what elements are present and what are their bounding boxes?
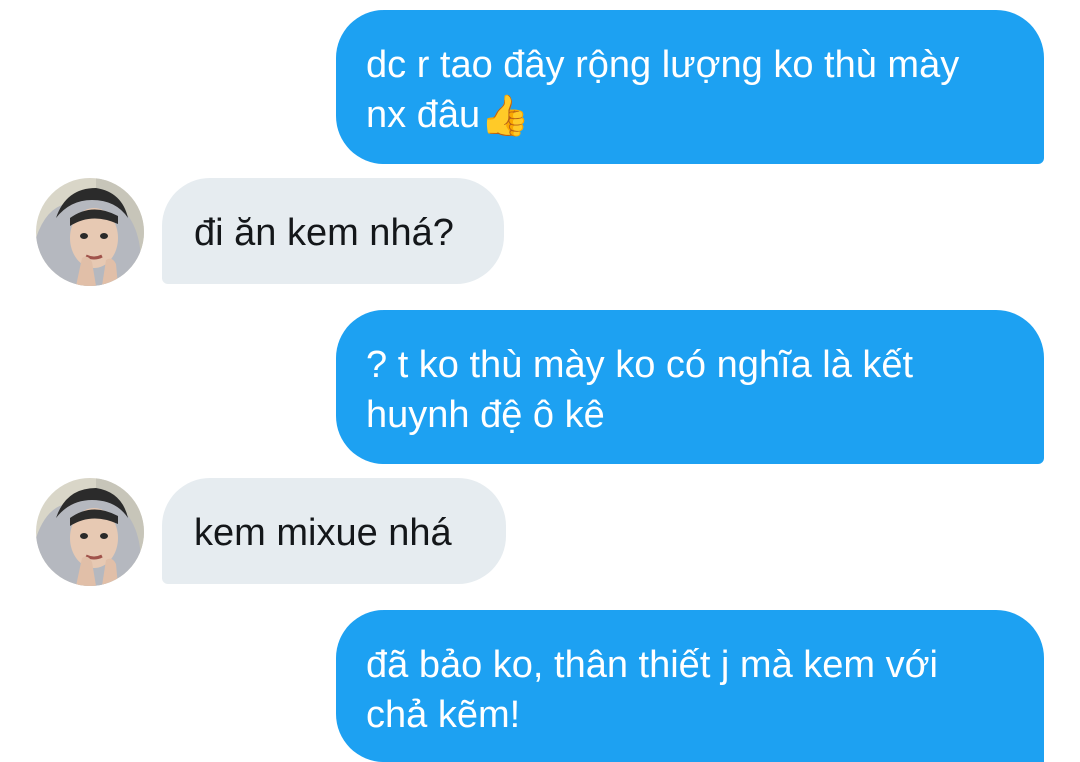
message-text-line: ? t ko thù mày ko có nghĩa là kết [366,344,914,386]
message-text-line: chả kẽm! [366,694,521,736]
message-text-line: nx đâu [366,94,481,136]
outgoing-message-bubble[interactable]: ? t ko thù mày ko có nghĩa là kết huynh … [336,310,1044,464]
incoming-message-bubble[interactable]: đi ăn kem nhá? [162,178,504,284]
incoming-message-bubble[interactable]: kem mixue nhá [162,478,506,584]
outgoing-message-bubble[interactable]: đã bảo ko, thân thiết j mà kem với chả k… [336,610,1044,762]
message-text-line: kem mixue nhá [194,512,452,554]
contact-avatar[interactable] [36,178,144,286]
contact-avatar[interactable] [36,478,144,586]
message-text-line: dc r tao đây rộng lượng ko thù mày [366,44,960,86]
message-text-line: huynh đệ ô kê [366,394,605,436]
thumbs-up-icon: 👍 [480,94,530,138]
message-text-line: đã bảo ko, thân thiết j mà kem với [366,644,938,686]
outgoing-message-bubble[interactable]: dc r tao đây rộng lượng ko thù mày nx đâ… [336,10,1044,164]
message-text-line: đi ăn kem nhá? [194,212,454,254]
